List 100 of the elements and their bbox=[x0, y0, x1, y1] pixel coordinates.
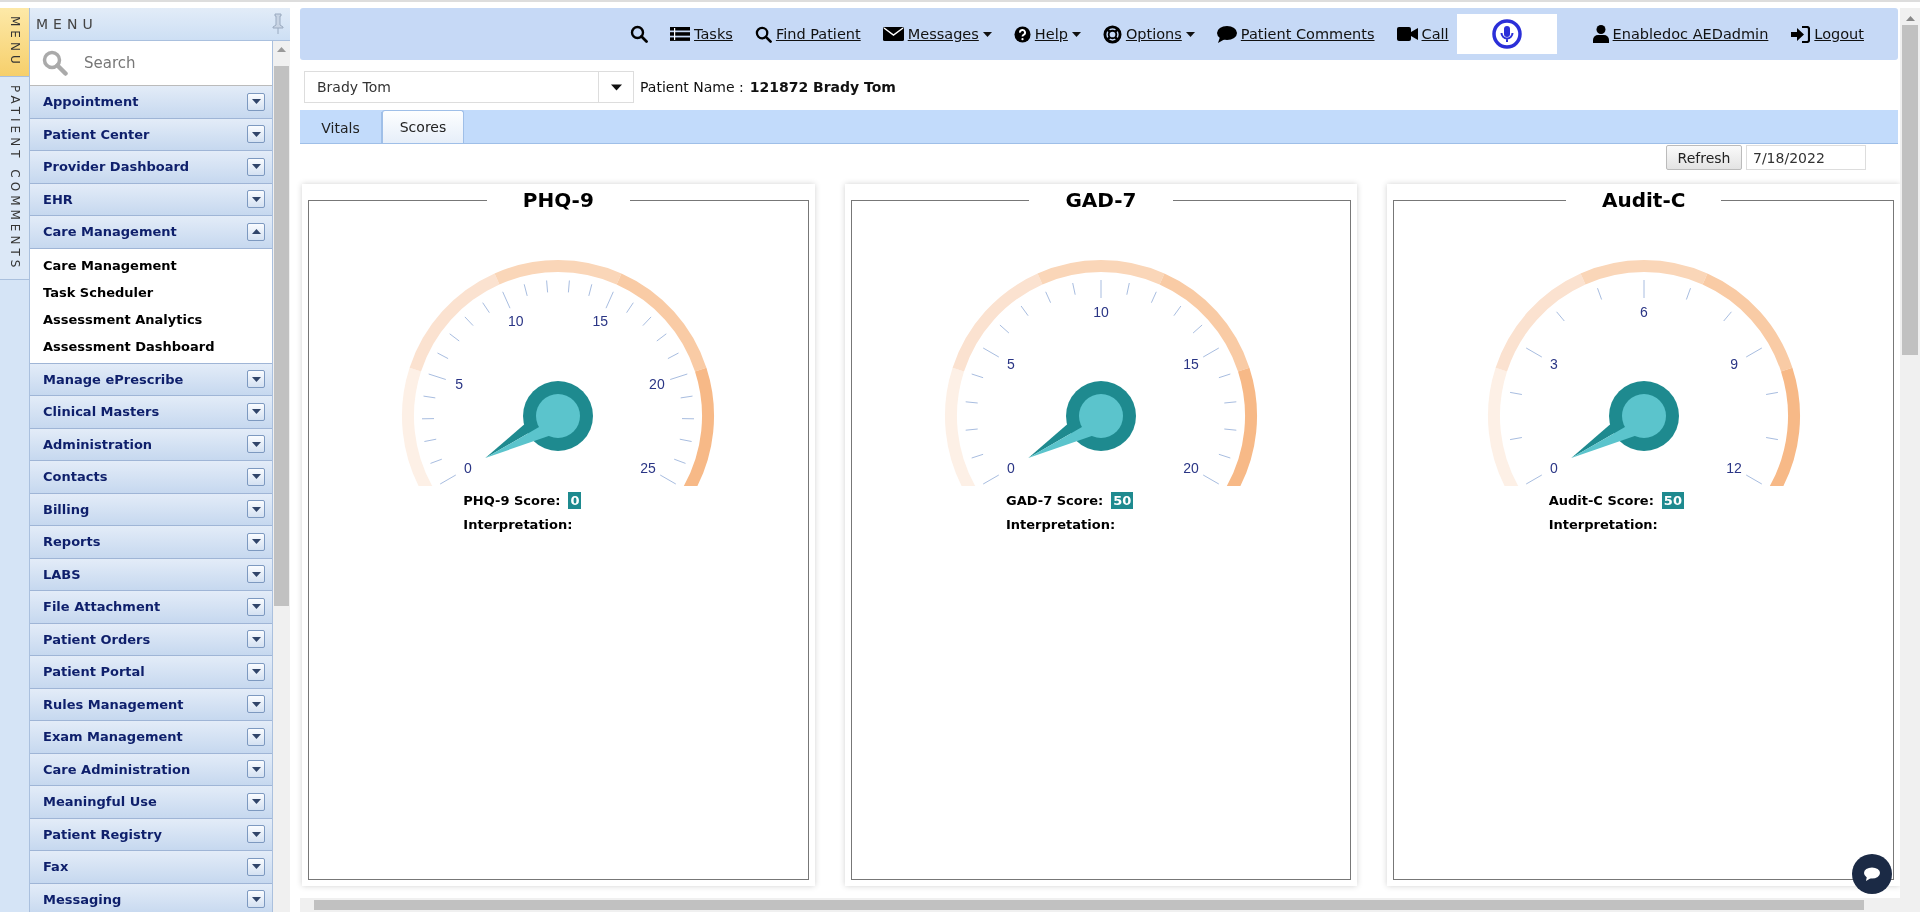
vertical-scrollbar[interactable] bbox=[273, 41, 290, 912]
menu-item-label: Clinical Masters bbox=[43, 404, 160, 420]
toolbar-link[interactable]: Logout bbox=[1814, 26, 1864, 42]
expand-toggle[interactable] bbox=[247, 92, 265, 111]
toolbar-link[interactable]: Patient Comments bbox=[1240, 26, 1375, 42]
list-icon bbox=[670, 26, 691, 42]
caret-icon bbox=[251, 571, 261, 577]
toolbar-link[interactable]: Find Patient bbox=[775, 26, 861, 42]
toolbar-link[interactable]: Tasks bbox=[694, 26, 733, 42]
expand-toggle[interactable] bbox=[247, 857, 265, 876]
menu-item[interactable]: Patient Portal bbox=[30, 656, 272, 689]
caret-icon bbox=[251, 99, 261, 105]
menu-item[interactable]: Meaningful Use bbox=[30, 786, 272, 819]
tick-mark bbox=[1643, 279, 1645, 299]
expand-toggle[interactable] bbox=[247, 695, 265, 714]
menu-item-label: Contacts bbox=[43, 469, 108, 485]
side-tab[interactable]: MENU bbox=[0, 8, 29, 77]
tick-mark bbox=[1150, 291, 1157, 304]
expand-toggle[interactable] bbox=[247, 597, 265, 616]
submenu-item[interactable]: Task Scheduler bbox=[30, 278, 272, 306]
tab[interactable]: Scores bbox=[382, 110, 464, 143]
menu-item[interactable]: Rules Management bbox=[30, 688, 272, 721]
expand-toggle[interactable] bbox=[247, 727, 265, 746]
toolbar-link[interactable]: Call bbox=[1421, 26, 1449, 42]
expand-toggle[interactable] bbox=[247, 435, 265, 454]
tick-label: 12 bbox=[1726, 460, 1742, 476]
refresh-button[interactable]: Refresh bbox=[1666, 145, 1742, 170]
caret-icon bbox=[251, 604, 261, 610]
menu-item[interactable]: Reports bbox=[30, 526, 272, 559]
date-field[interactable]: 7/18/2022 bbox=[1746, 145, 1866, 170]
menu-item[interactable]: Messaging bbox=[30, 883, 272, 912]
menu-item[interactable]: EHR bbox=[30, 183, 272, 216]
menu-item[interactable]: Exam Management bbox=[30, 721, 272, 754]
menu-item[interactable]: Appointment bbox=[30, 86, 272, 119]
expand-toggle[interactable] bbox=[247, 532, 265, 551]
tick-mark bbox=[482, 302, 491, 314]
tick-mark bbox=[670, 373, 689, 380]
patient-select[interactable]: Brady Tom bbox=[304, 71, 634, 103]
menu-item[interactable]: Patient Registry bbox=[30, 818, 272, 851]
tick-mark bbox=[667, 352, 680, 360]
speech-bubble-icon bbox=[1864, 867, 1880, 881]
menu-item-label: Billing bbox=[43, 501, 90, 517]
expand-toggle[interactable] bbox=[247, 125, 265, 144]
tick-mark bbox=[642, 316, 652, 327]
score-label: PHQ-9 Score: bbox=[463, 493, 561, 508]
expand-toggle[interactable] bbox=[247, 500, 265, 519]
submenu-item[interactable]: Assessment Analytics bbox=[30, 305, 272, 333]
submenu-item[interactable]: Assessment Dashboard bbox=[30, 332, 272, 360]
tick-mark bbox=[999, 324, 1010, 334]
menu-item[interactable]: File Attachment bbox=[30, 591, 272, 624]
search-field[interactable]: Search bbox=[30, 41, 272, 86]
menu-item[interactable]: Care Management bbox=[30, 216, 272, 249]
tick-mark bbox=[524, 283, 529, 297]
toolbar-menu[interactable]: Options bbox=[1125, 26, 1182, 42]
side-tab[interactable]: PATIENT COMMENTS bbox=[0, 76, 29, 281]
expand-toggle[interactable] bbox=[247, 662, 265, 681]
score-label: GAD-7 Score: bbox=[1006, 493, 1104, 508]
expand-toggle[interactable] bbox=[247, 190, 265, 209]
expand-toggle[interactable] bbox=[247, 565, 265, 584]
menu-item-label: Appointment bbox=[43, 94, 139, 110]
expand-toggle[interactable] bbox=[247, 792, 265, 811]
menu-item-label: Care Administration bbox=[43, 761, 191, 777]
tick-mark bbox=[1192, 324, 1203, 334]
caret-icon bbox=[251, 539, 261, 545]
menu-item[interactable]: Fax bbox=[30, 851, 272, 884]
menu-item[interactable]: Contacts bbox=[30, 461, 272, 494]
expand-toggle[interactable] bbox=[247, 370, 265, 389]
scroll-arrow-icon[interactable] bbox=[1905, 16, 1915, 21]
toolbar-link[interactable]: Enabledoc AEDadmin bbox=[1612, 26, 1769, 42]
menu-item[interactable]: Patient Orders bbox=[30, 623, 272, 656]
caret-icon bbox=[251, 131, 261, 137]
toolbar-menu[interactable]: Help bbox=[1034, 26, 1068, 42]
expand-toggle[interactable] bbox=[247, 630, 265, 649]
menu-item[interactable]: Provider Dashboard bbox=[30, 151, 272, 184]
menu-item[interactable]: LABS bbox=[30, 558, 272, 591]
menu-item[interactable]: Patient Center bbox=[30, 118, 272, 151]
expand-toggle[interactable] bbox=[247, 402, 265, 421]
tick-mark bbox=[546, 280, 549, 293]
expand-toggle[interactable] bbox=[247, 760, 265, 779]
toolbar-menu[interactable]: Messages bbox=[907, 26, 979, 42]
menu-item-label: Administration bbox=[43, 436, 153, 452]
menu-item[interactable]: Care Administration bbox=[30, 753, 272, 786]
expand-toggle[interactable] bbox=[247, 222, 265, 241]
tick-mark bbox=[1555, 311, 1565, 322]
expand-toggle[interactable] bbox=[247, 157, 265, 176]
tick-label: 5 bbox=[455, 375, 464, 392]
expand-toggle[interactable] bbox=[247, 890, 265, 909]
expand-toggle[interactable] bbox=[247, 467, 265, 486]
tick-mark bbox=[588, 283, 593, 297]
menu-item[interactable]: Billing bbox=[30, 493, 272, 526]
search-button[interactable] bbox=[630, 25, 649, 43]
menu-item[interactable]: Clinical Masters bbox=[30, 396, 272, 429]
tick-mark bbox=[605, 291, 615, 309]
menu-item[interactable]: Manage ePrescribe bbox=[30, 363, 272, 396]
microphone-button[interactable] bbox=[1456, 14, 1557, 54]
caret-icon bbox=[251, 409, 261, 415]
menu-item[interactable]: Administration bbox=[30, 428, 272, 461]
submenu-item[interactable]: Care Management bbox=[30, 251, 272, 279]
expand-toggle[interactable] bbox=[247, 825, 265, 844]
tick-label: 0 bbox=[464, 460, 473, 476]
